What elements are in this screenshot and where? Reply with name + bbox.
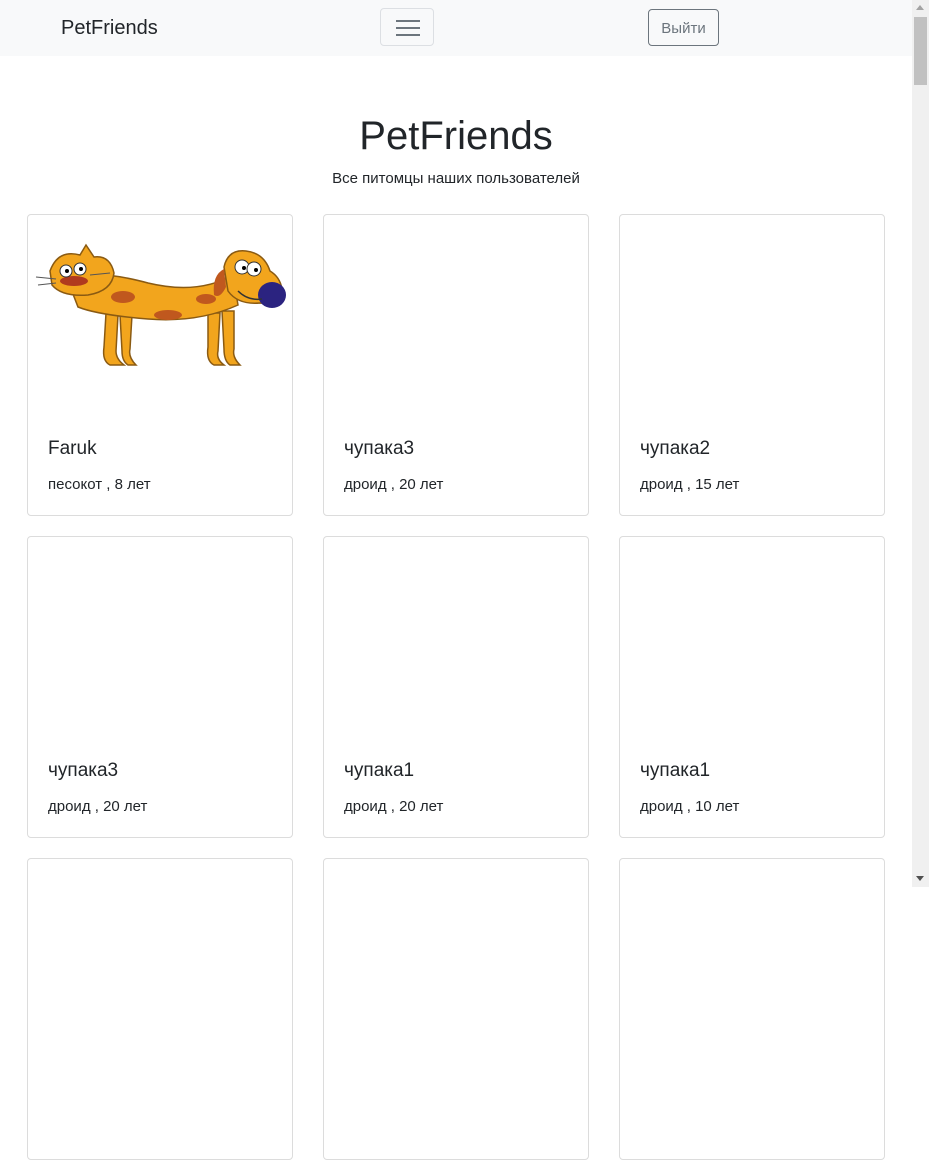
pet-name: чупака1 [344, 760, 415, 781]
vertical-scrollbar[interactable] [912, 0, 929, 887]
pet-name: Faruk [48, 438, 97, 459]
pet-name: чупака1 [640, 760, 711, 781]
pet-info: песокот , 8 лет [48, 476, 151, 493]
pet-photo [620, 537, 884, 727]
pet-card[interactable] [27, 858, 293, 1160]
pet-card[interactable]: чупака2 дроид , 15 лет [619, 214, 885, 516]
pet-info: дроид , 20 лет [48, 798, 148, 815]
pet-photo [28, 537, 292, 727]
pet-name: чупака2 [640, 438, 711, 459]
page-subtitle: Все питомцы наших пользователей [332, 170, 580, 187]
pet-card[interactable] [323, 858, 589, 1160]
navbar-brand[interactable]: PetFriends [61, 16, 158, 40]
pet-info: дроид , 10 лет [640, 798, 740, 815]
pet-info: дроид , 15 лет [640, 476, 740, 493]
scroll-up-arrow-icon[interactable] [916, 5, 924, 10]
scroll-down-arrow-icon[interactable] [916, 876, 924, 881]
pet-photo [324, 537, 588, 727]
navbar: PetFriends Выйти [0, 0, 912, 56]
pet-card[interactable]: чупака3 дроид , 20 лет [323, 214, 589, 516]
page-title: PetFriends [359, 114, 553, 158]
pet-photo [620, 215, 884, 405]
pet-info: дроид , 20 лет [344, 476, 444, 493]
pet-photo [324, 215, 588, 405]
pet-card[interactable]: чупака1 дроид , 10 лет [619, 536, 885, 838]
pet-card[interactable] [619, 858, 885, 1160]
pet-card[interactable]: чупака3 дроид , 20 лет [27, 536, 293, 838]
logout-button[interactable]: Выйти [648, 9, 719, 46]
pet-photo [28, 215, 292, 405]
pet-photo [324, 859, 588, 1049]
pet-card[interactable]: чупака1 дроид , 20 лет [323, 536, 589, 838]
scrollbar-thumb[interactable] [914, 17, 927, 85]
pet-photo [28, 859, 292, 1049]
pet-name: чупака3 [344, 438, 415, 459]
pet-card[interactable]: Faruk песокот , 8 лет [27, 214, 293, 516]
pet-photo [620, 859, 884, 1049]
navbar-toggler-button[interactable] [380, 8, 434, 46]
pet-name: чупака3 [48, 760, 119, 781]
pet-info: дроид , 20 лет [344, 798, 444, 815]
